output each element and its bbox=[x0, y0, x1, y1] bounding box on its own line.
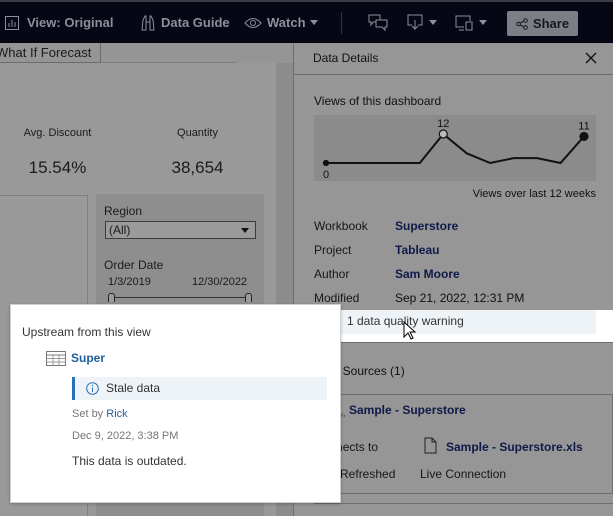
binoculars-icon bbox=[141, 15, 155, 31]
region-dropdown-value: (All) bbox=[109, 223, 131, 237]
workbook-link[interactable]: Superstore bbox=[395, 219, 458, 233]
warning-date: Dec 9, 2022, 3:38 PM bbox=[72, 430, 179, 442]
share-icon bbox=[516, 17, 528, 30]
meta-label: Workbook bbox=[314, 219, 368, 233]
toolbar: View: Original Data Guide Watch Share bbox=[0, 0, 613, 43]
sparkline-data-label: 11 bbox=[578, 120, 589, 132]
view-original-button[interactable]: View: Original bbox=[5, 2, 113, 43]
data-quality-warning-label: 1 data quality warning bbox=[334, 310, 596, 334]
divider bbox=[314, 342, 613, 343]
watch-button[interactable]: Watch bbox=[244, 2, 318, 43]
info-icon bbox=[86, 382, 99, 395]
set-by: Set by Rick bbox=[72, 408, 128, 420]
kpi-quantity-value: 38,654 bbox=[171, 158, 224, 177]
date-end-label: 12/30/2022 bbox=[192, 276, 248, 288]
tab-what-if-forecast[interactable]: What If Forecast bbox=[0, 43, 101, 63]
region-dropdown[interactable]: (All) bbox=[105, 221, 256, 239]
kpi-avg-discount-value: 15.54% bbox=[28, 158, 87, 177]
kpi-quantity-label: Quantity bbox=[177, 127, 218, 139]
date-start-label: 1/3/2019 bbox=[108, 276, 151, 288]
view-icon bbox=[5, 15, 19, 30]
project-link[interactable]: Tableau bbox=[395, 243, 439, 257]
views-caption: Views over last 12 weeks bbox=[472, 188, 596, 200]
share-label: Share bbox=[532, 16, 570, 31]
warning-description: This data is outdated. bbox=[72, 454, 187, 468]
chevron-down-icon bbox=[309, 20, 318, 25]
eye-icon bbox=[244, 17, 262, 28]
comments-button[interactable] bbox=[368, 2, 388, 43]
device-layout-icon bbox=[455, 15, 473, 30]
date-slider-track[interactable] bbox=[108, 297, 246, 298]
sparkline-series bbox=[326, 132, 585, 165]
views-section-title: Views of this dashboard bbox=[314, 94, 442, 108]
author-link[interactable]: Sam Moore bbox=[395, 267, 460, 281]
tab-label: What If Forecast bbox=[0, 45, 92, 60]
close-icon[interactable] bbox=[584, 51, 598, 65]
sparkline-point[interactable] bbox=[579, 131, 589, 142]
share-button[interactable]: Share bbox=[507, 11, 578, 36]
kpi-avg-discount-label: Avg. Discount bbox=[23, 127, 92, 139]
data-guide-label: Data Guide bbox=[161, 15, 230, 30]
view-original-label: View: Original bbox=[27, 15, 114, 30]
set-by-user-link[interactable]: Rick bbox=[106, 408, 127, 420]
panel-title: Data Details bbox=[313, 51, 379, 65]
device-layout-button[interactable] bbox=[455, 2, 487, 43]
comments-icon bbox=[368, 14, 388, 31]
sparkline-svg: 0 12 11 bbox=[322, 118, 590, 181]
date-slider-end-handle[interactable] bbox=[245, 293, 252, 302]
sparkline-data-label: 0 bbox=[323, 169, 329, 181]
modified-value: Sep 21, 2022, 12:31 PM bbox=[395, 291, 525, 305]
sparkline-data-label: 12 bbox=[437, 118, 449, 130]
sparkline-point[interactable] bbox=[438, 129, 448, 139]
order-date-filter-title: Order Date bbox=[104, 258, 164, 272]
panel-header: Data Details bbox=[294, 43, 613, 75]
chevron-down-icon bbox=[241, 228, 249, 233]
chevron-down-icon bbox=[479, 20, 487, 25]
set-by-prefix: Set by bbox=[72, 408, 104, 420]
upstream-table-link[interactable]: Super bbox=[71, 351, 105, 365]
meta-label: Project bbox=[314, 243, 352, 257]
meta-label: Modified bbox=[314, 291, 360, 305]
sparkline-point[interactable] bbox=[322, 159, 330, 167]
mouse-cursor-icon bbox=[403, 321, 417, 340]
table-icon bbox=[46, 351, 66, 366]
meta-label: Author bbox=[314, 267, 350, 281]
data-details-panel: Data Details Views of this dashboard 0 12… bbox=[293, 43, 613, 516]
data-guide-button[interactable]: Data Guide bbox=[140, 2, 230, 43]
sheet-tabs: What If Forecast bbox=[0, 43, 293, 63]
connected-file-link[interactable]: Sample - Superstore.xls bbox=[446, 440, 583, 454]
download-icon bbox=[407, 14, 423, 30]
toolbar-divider bbox=[341, 12, 342, 34]
data-quality-warning[interactable]: 1 data quality warning bbox=[334, 310, 613, 342]
chevron-down-icon bbox=[429, 20, 437, 25]
warning-type: Stale data bbox=[106, 381, 161, 395]
divider bbox=[314, 503, 613, 504]
file-icon bbox=[424, 437, 437, 454]
region-filter-title: Region bbox=[104, 204, 143, 218]
data-source-link[interactable]: Sample - Superstore bbox=[349, 403, 466, 417]
last-refreshed-value: Live Connection bbox=[420, 467, 507, 481]
download-button[interactable] bbox=[407, 2, 437, 43]
views-sparkline: 0 12 11 bbox=[314, 115, 596, 181]
upstream-warning-popup: Upstream from this view Super Stale data… bbox=[10, 304, 341, 503]
watch-label: Watch bbox=[267, 15, 306, 30]
popup-title: Upstream from this view bbox=[22, 325, 151, 339]
date-slider-start-handle[interactable] bbox=[108, 293, 115, 302]
stale-data-warning: Stale data bbox=[72, 377, 327, 400]
